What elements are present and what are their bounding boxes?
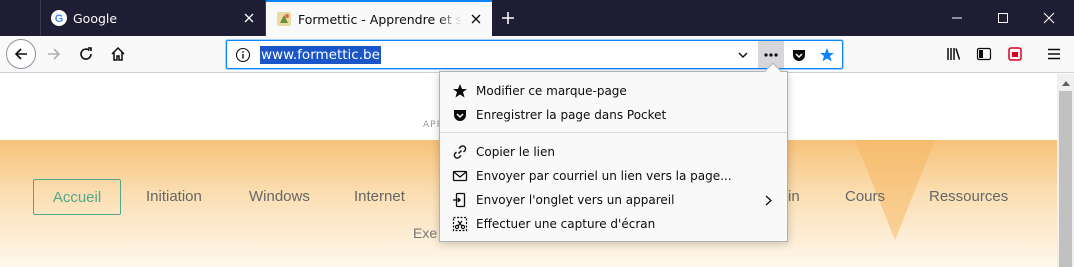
formettic-icon	[276, 11, 292, 27]
pocket-icon	[451, 106, 469, 124]
tab-formettic[interactable]: Formettic - Apprendre et s'exercer	[266, 0, 492, 36]
svg-text:G: G	[55, 13, 64, 25]
menu-item-email-link[interactable]: Envoyer par courriel un lien vers la pag…	[440, 164, 787, 188]
menu-item-internet[interactable]: Internet	[354, 179, 405, 215]
back-button[interactable]	[6, 39, 36, 69]
tab-google[interactable]: G Google	[40, 0, 266, 36]
menu-item-label: Copier le lien	[476, 145, 555, 159]
close-tab-icon[interactable]	[241, 10, 257, 26]
nav-bar: www.formettic.be	[0, 36, 1074, 73]
menu-item-screenshot[interactable]: Effectuer une capture d'écran	[440, 212, 787, 236]
library-icon[interactable]	[940, 40, 968, 68]
screenshot-icon	[451, 215, 469, 233]
google-g-icon: G	[51, 10, 67, 26]
tab-strip: G Google Formettic - Apprendre et s'exer…	[0, 0, 1074, 36]
minimize-icon[interactable]	[934, 0, 980, 36]
tab-title: Google	[73, 10, 118, 26]
pocket-icon[interactable]	[786, 41, 812, 68]
hamburger-menu-icon[interactable]	[1040, 40, 1068, 68]
menu-item-save-pocket[interactable]: Enregistrer la page dans Pocket	[440, 103, 787, 127]
menu-item-cours[interactable]: Cours	[845, 179, 885, 215]
maximize-icon[interactable]	[980, 0, 1026, 36]
url-bar[interactable]: www.formettic.be	[226, 40, 843, 69]
scroll-up-icon[interactable]	[1057, 74, 1074, 91]
link-icon	[451, 143, 469, 161]
chevron-down-icon[interactable]	[730, 41, 756, 68]
menu-separator	[440, 132, 787, 133]
send-tab-icon	[451, 191, 469, 209]
mail-icon	[451, 167, 469, 185]
tab-title: Formettic - Apprendre et s'exercer	[298, 11, 462, 27]
page-action-menu: Modifier ce marque-page Enregistrer la p…	[439, 62, 788, 242]
star-icon	[451, 82, 469, 100]
chevron-right-icon	[763, 194, 773, 206]
menu-item-label: Enregistrer la page dans Pocket	[476, 108, 667, 122]
sidebar-icon[interactable]	[970, 40, 998, 68]
extension-icon[interactable]	[1001, 40, 1029, 68]
hero-subtext: Exe	[413, 225, 438, 241]
bookmark-star-icon[interactable]	[814, 41, 840, 68]
menu-item-initiation[interactable]: Initiation	[146, 179, 202, 215]
menu-item-copy-link[interactable]: Copier le lien	[440, 140, 787, 164]
menu-item-accueil[interactable]: Accueil	[33, 179, 121, 215]
forward-button[interactable]	[40, 40, 68, 68]
menu-item-label: Envoyer l'onglet vers un appareil	[476, 193, 675, 207]
menu-item-partial[interactable]: in	[788, 179, 800, 215]
menu-item-ressources[interactable]: Ressources	[929, 179, 1008, 215]
close-icon[interactable]	[1026, 0, 1072, 36]
info-icon[interactable]	[235, 47, 251, 63]
menu-item-label: Effectuer une capture d'écran	[476, 217, 656, 231]
new-tab-button[interactable]	[496, 6, 520, 30]
menu-item-label: Envoyer par courriel un lien vers la pag…	[476, 169, 732, 183]
scrollbar[interactable]	[1057, 74, 1074, 267]
url-input[interactable]: www.formettic.be	[260, 46, 381, 64]
menu-item-send-tab[interactable]: Envoyer l'onglet vers un appareil	[440, 188, 787, 212]
menu-item-edit-bookmark[interactable]: Modifier ce marque-page	[440, 79, 787, 103]
scroll-thumb[interactable]	[1059, 91, 1072, 267]
reload-button[interactable]	[72, 40, 100, 68]
menu-item-label: Modifier ce marque-page	[476, 84, 627, 98]
close-tab-icon[interactable]	[468, 11, 484, 27]
home-button[interactable]	[104, 40, 132, 68]
menu-item-windows[interactable]: Windows	[249, 179, 310, 215]
